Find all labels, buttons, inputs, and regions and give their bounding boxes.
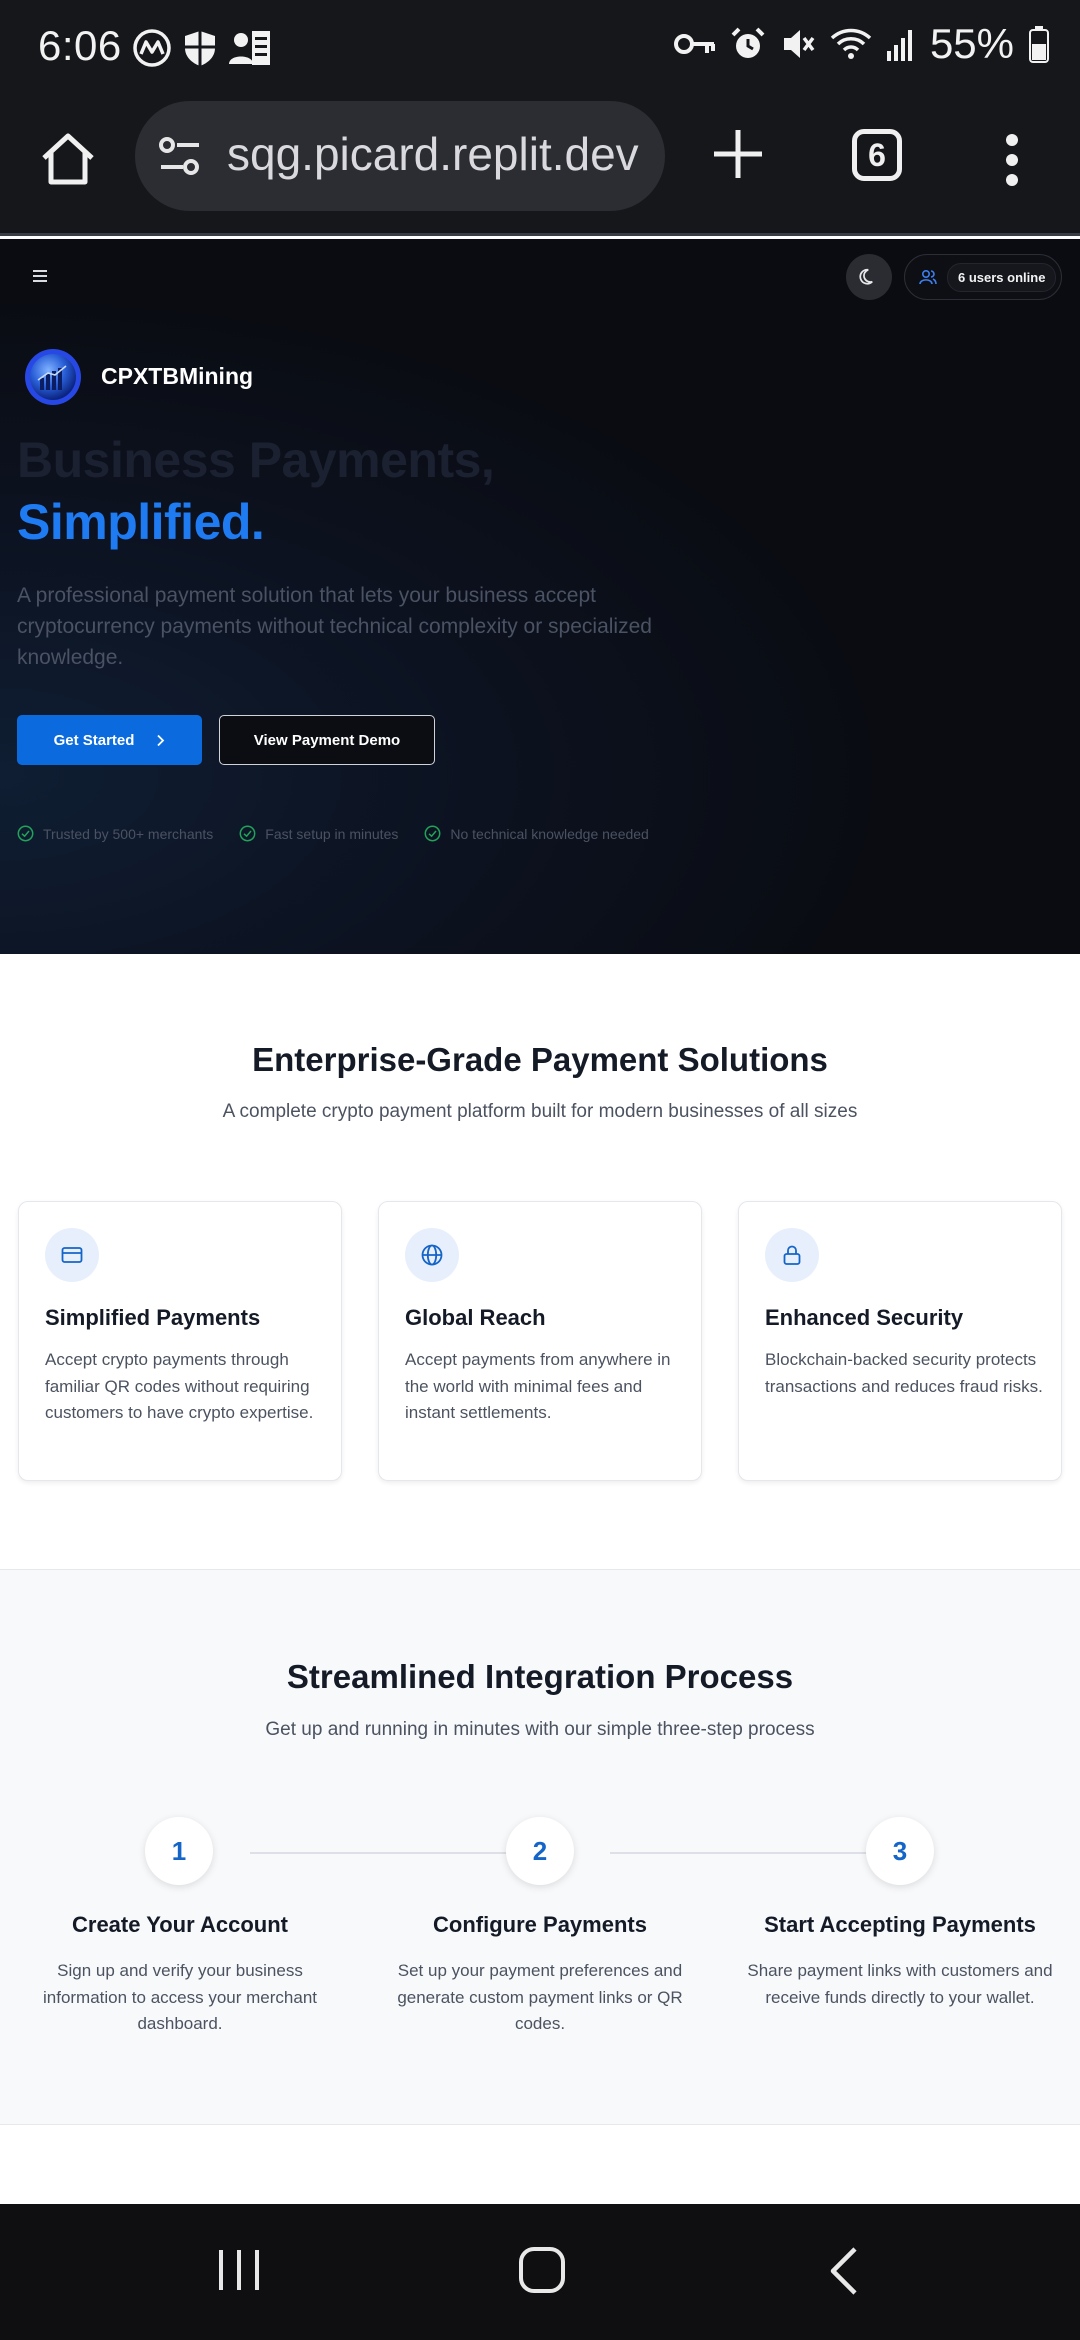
menu-icon[interactable] xyxy=(32,269,48,283)
url-bar[interactable]: sqg.picard.replit.dev xyxy=(135,101,665,211)
check-circle-icon xyxy=(17,825,34,842)
chevron-right-icon xyxy=(157,734,165,746)
shield-icon xyxy=(185,31,215,66)
feature-card-title: Enhanced Security xyxy=(765,1305,964,1330)
url-text[interactable]: sqg.picard.replit.dev xyxy=(227,127,639,181)
trust-text: Fast setup in minutes xyxy=(265,825,399,842)
features-section: Enterprise-Grade Payment Solutions A com… xyxy=(0,954,1080,1569)
new-tab-icon[interactable] xyxy=(710,126,766,182)
trust-text: Trusted by 500+ merchants xyxy=(43,825,214,842)
step-number: 3 xyxy=(866,1817,934,1885)
contacts-icon xyxy=(229,31,270,65)
status-time: 6:06 xyxy=(38,22,122,69)
brand-logo[interactable] xyxy=(24,348,82,406)
brand-name[interactable]: CPXTBMining xyxy=(101,363,253,390)
step-description: Set up your payment preferences and gene… xyxy=(397,1961,683,2033)
status-right-icons: 55% xyxy=(673,20,1050,68)
moon-icon xyxy=(859,268,873,285)
step-description: Share payment links with customers and r… xyxy=(747,1961,1053,2007)
trust-item: Fast setup in minutes xyxy=(239,825,398,842)
step-title: Configure Payments xyxy=(433,1912,647,1937)
mute-icon xyxy=(783,30,815,58)
back-icon[interactable] xyxy=(828,2246,860,2296)
feature-card-text: Accept crypto payments through familiar … xyxy=(45,1350,314,1422)
signal-icon xyxy=(886,30,912,61)
users-icon xyxy=(919,269,937,285)
trust-item: No technical knowledge needed xyxy=(424,825,649,842)
feature-card: Global Reach Accept payments from anywhe… xyxy=(378,1201,702,1481)
integration-subtitle: Get up and running in minutes with our s… xyxy=(265,1719,815,1740)
integration-section: Streamlined Integration Process Get up a… xyxy=(0,1569,1080,2125)
feature-card-text: Accept payments from anywhere in the wor… xyxy=(405,1350,671,1422)
features-subtitle: A complete crypto payment platform built… xyxy=(222,1101,858,1122)
view-payment-demo-button[interactable]: View Payment Demo xyxy=(219,715,435,765)
card-icon-wrap xyxy=(405,1228,459,1282)
home-icon[interactable] xyxy=(38,128,98,188)
trust-item: Trusted by 500+ merchants xyxy=(17,825,213,842)
step-number: 2 xyxy=(506,1817,574,1885)
step-description: Sign up and verify your business informa… xyxy=(42,1961,317,2033)
status-bar: 6:06 55% xyxy=(0,0,1080,96)
step-connector xyxy=(610,1852,866,1854)
coinmarketcap-icon xyxy=(133,29,171,67)
alarm-icon xyxy=(731,27,765,58)
system-navigation-bar xyxy=(0,2204,1080,2340)
hero-headline-line2: Simplified. xyxy=(17,494,265,550)
status-left-icons xyxy=(132,28,272,68)
credit-card-icon xyxy=(61,1247,83,1263)
feature-card-title: Simplified Payments xyxy=(45,1305,261,1330)
site-settings-icon[interactable] xyxy=(157,133,203,179)
nav-home-icon[interactable] xyxy=(518,2246,566,2294)
battery-percent: 55% xyxy=(929,20,1014,67)
battery-icon xyxy=(1029,26,1049,63)
lock-icon xyxy=(783,1245,801,1265)
get-started-button[interactable]: Get Started xyxy=(17,715,202,765)
users-online-text: 6 users online xyxy=(947,262,1057,292)
feature-card: Enhanced Security Blockchain-backed secu… xyxy=(738,1201,1062,1481)
features-title: Enterprise-Grade Payment Solutions xyxy=(252,1041,828,1078)
more-options-icon[interactable] xyxy=(1002,132,1022,188)
check-circle-icon xyxy=(424,825,441,842)
get-started-label: Get Started xyxy=(53,731,135,749)
feature-card-title: Global Reach xyxy=(405,1305,546,1330)
trust-text: No technical knowledge needed xyxy=(450,825,649,842)
feature-card-text: Blockchain-backed security protects tran… xyxy=(765,1350,1043,1396)
view-payment-demo-label: View Payment Demo xyxy=(253,731,401,749)
card-icon-wrap xyxy=(45,1228,99,1282)
feature-card: Simplified Payments Accept crypto paymen… xyxy=(18,1201,342,1481)
hero-headline-line1: Business Payments, xyxy=(17,432,495,488)
theme-toggle-button[interactable] xyxy=(846,254,892,300)
hero-description: A professional payment solution that let… xyxy=(17,584,652,669)
recent-apps-icon[interactable] xyxy=(217,2247,261,2293)
browser-toolbar: sqg.picard.replit.dev 6 xyxy=(0,96,1080,236)
step-number: 1 xyxy=(145,1817,213,1885)
step-title: Create Your Account xyxy=(72,1912,288,1937)
step-connector xyxy=(250,1852,506,1854)
globe-icon xyxy=(421,1244,443,1266)
page-bottom xyxy=(0,2126,1080,2204)
wifi-icon xyxy=(830,28,872,59)
step-title: Start Accepting Payments xyxy=(764,1912,1036,1937)
hero-section: 6 users online CPXTBMining Business Paym… xyxy=(0,239,1080,954)
integration-title: Streamlined Integration Process xyxy=(286,1658,794,1695)
tab-switcher-button[interactable]: 6 xyxy=(852,129,902,181)
vpn-key-icon xyxy=(673,34,715,54)
trust-indicators: Trusted by 500+ merchants Fast setup in … xyxy=(17,825,649,842)
users-online-badge: 6 users online xyxy=(904,254,1062,300)
card-icon-wrap xyxy=(765,1228,819,1282)
check-circle-icon xyxy=(239,825,256,842)
